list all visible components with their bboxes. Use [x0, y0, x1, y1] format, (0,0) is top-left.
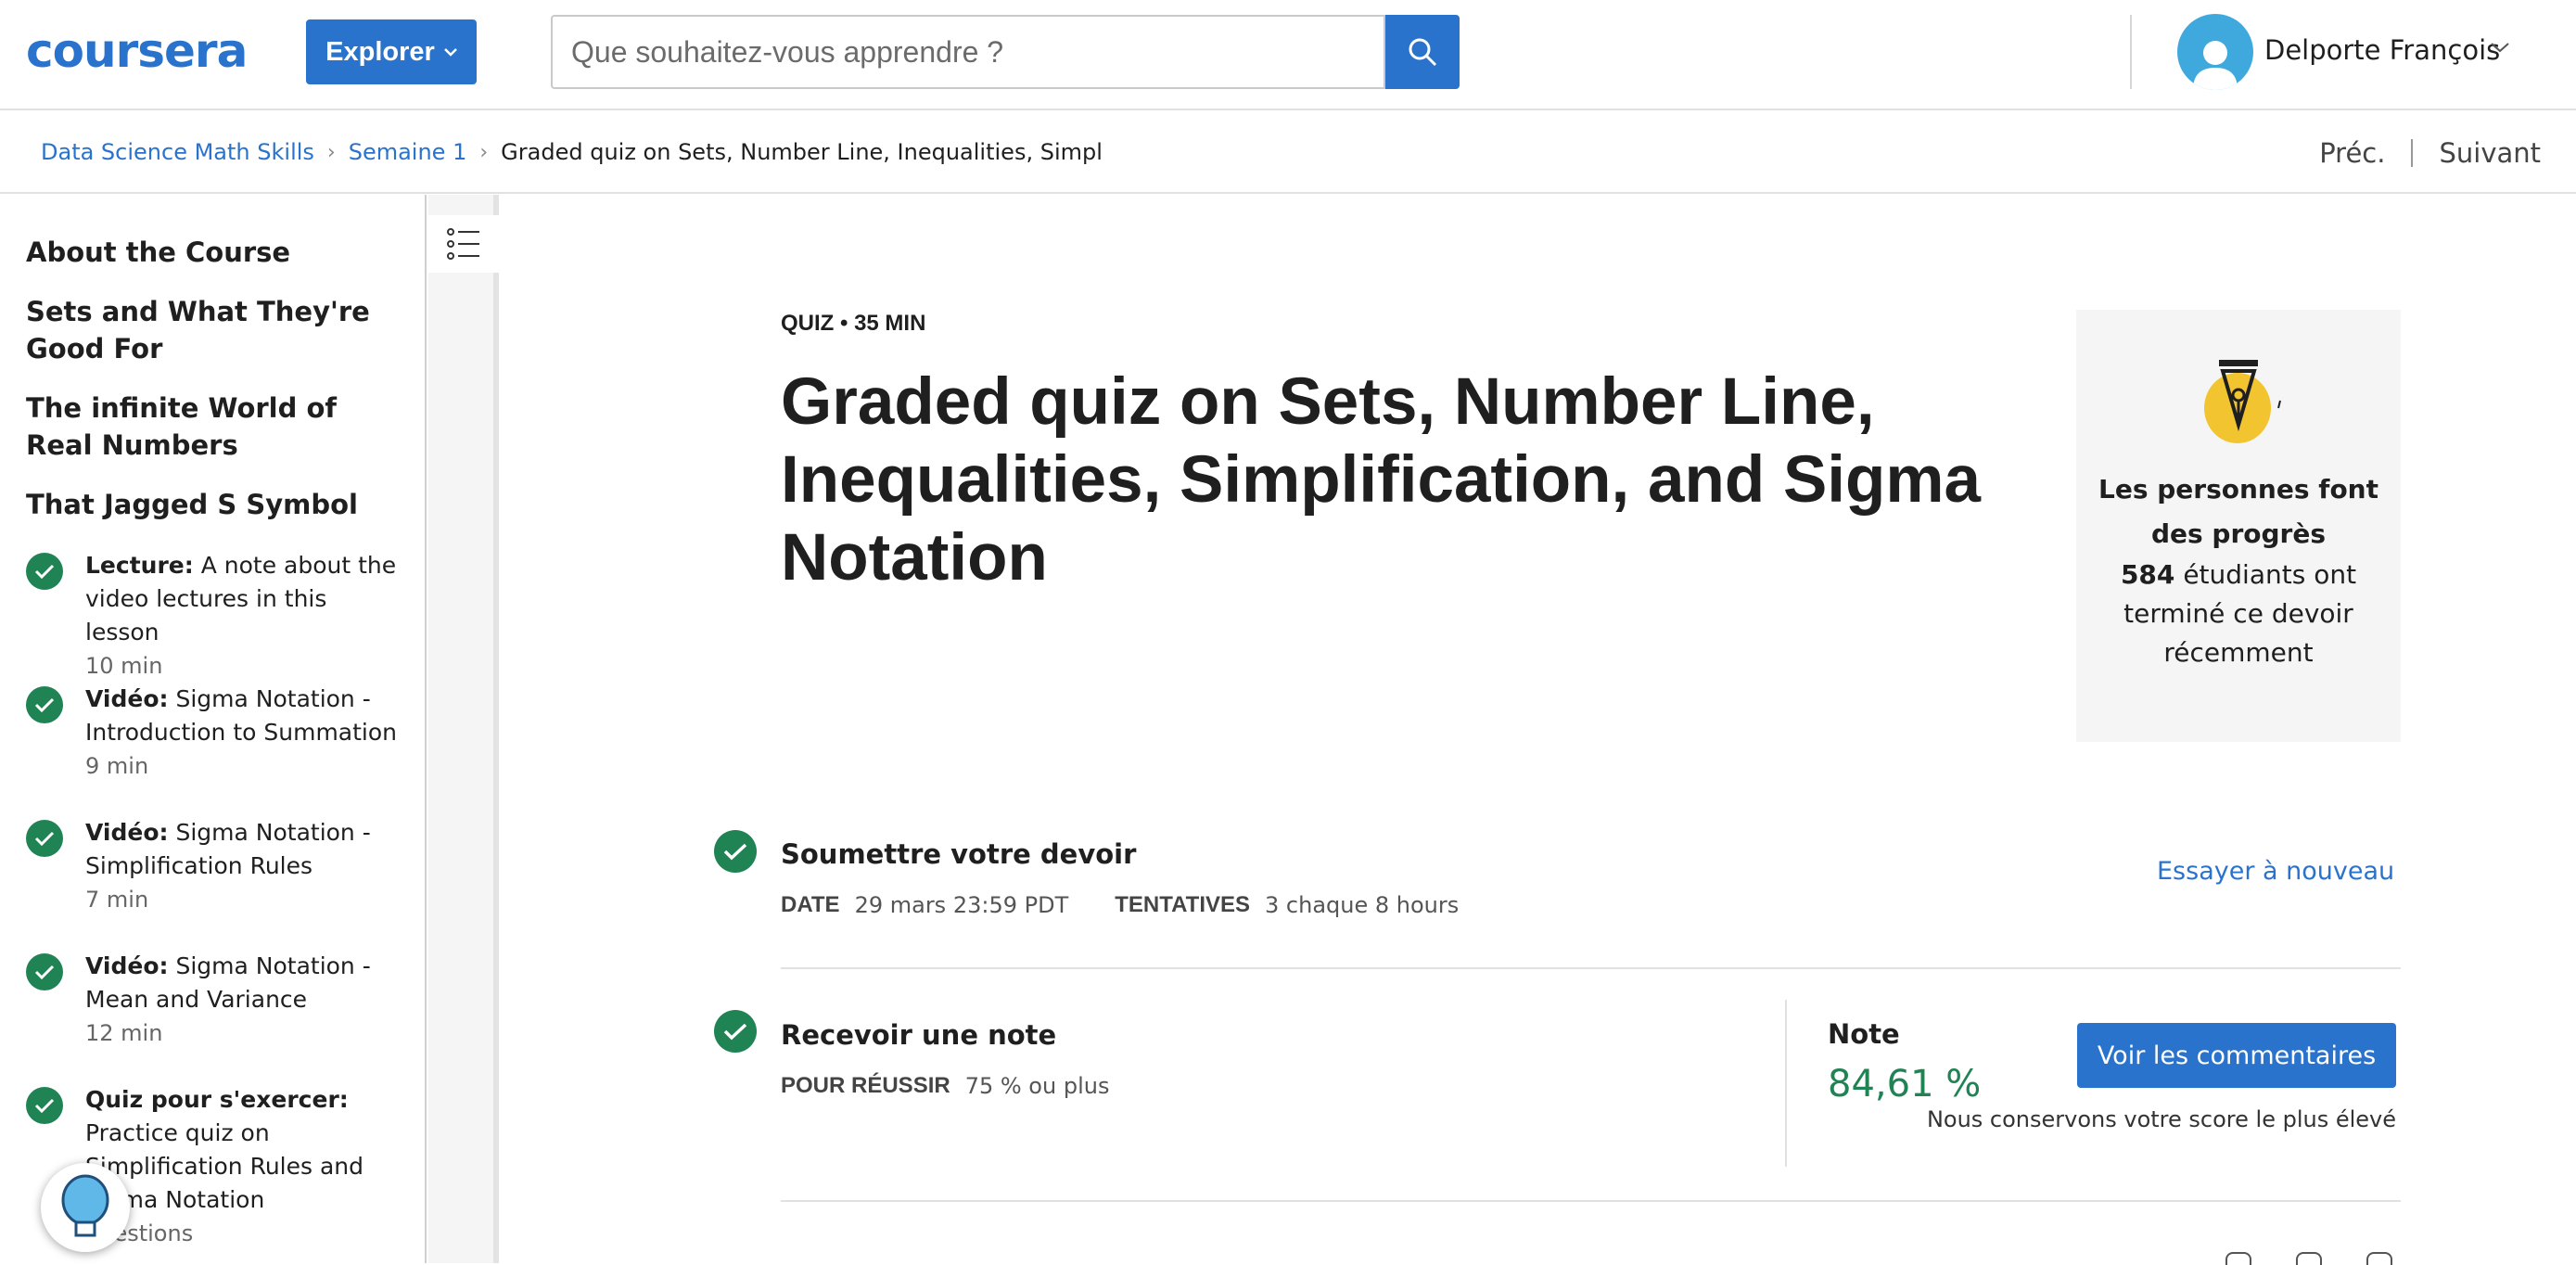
item-duration: 9 min: [85, 753, 149, 779]
sidebar-item[interactable]: Vidéo: Sigma Notation - Mean and Varianc…: [26, 950, 397, 1046]
sidebar-item[interactable]: Vidéo: Sigma Notation - Introduction to …: [26, 683, 397, 779]
divider: [781, 1200, 2401, 1202]
list-icon: [447, 228, 479, 260]
breadcrumb-bar: Data Science Math Skills › Semaine 1 › G…: [0, 111, 2576, 194]
check-icon: [26, 820, 63, 857]
search-icon: [1409, 38, 1437, 67]
user-avatar[interactable]: [2177, 14, 2253, 90]
submit-step-meta: DATE 29 mars 23:59 PDT TENTATIVES 3 chaq…: [781, 892, 1459, 918]
progress-count: 584: [2120, 559, 2175, 590]
breadcrumb: Data Science Math Skills › Semaine 1 › G…: [41, 139, 1103, 165]
check-icon: [714, 830, 757, 873]
breadcrumb-current: Graded quiz on Sets, Number Line, Inequa…: [501, 139, 1103, 165]
chevron-right-icon: ›: [326, 140, 336, 164]
header-divider: [2130, 15, 2132, 89]
attempts-label: TENTATIVES: [1115, 892, 1251, 917]
top-navigation-bar: coursera Explorer Que souhaitez-vous app…: [0, 0, 2576, 110]
sidebar-section-about[interactable]: About the Course: [26, 234, 397, 271]
pen-nib-icon: [2204, 360, 2281, 443]
toc-toggle-button[interactable]: [428, 215, 499, 273]
toc-strip: [428, 195, 499, 1263]
lightbulb-help-button[interactable]: [41, 1163, 130, 1252]
progress-heading: Les personnes font des progrès: [2098, 474, 2378, 549]
breadcrumb-course[interactable]: Data Science Math Skills: [41, 139, 314, 165]
nav-divider: [2411, 139, 2414, 167]
item-duration: 12 min: [85, 1020, 163, 1046]
check-icon: [26, 686, 63, 723]
item-duration: 10 min: [85, 653, 163, 679]
date-value: 29 mars 23:59 PDT: [854, 892, 1069, 918]
explore-button-label: Explorer: [325, 36, 435, 67]
sidebar-item[interactable]: Vidéo: Sigma Notation - Simplification R…: [26, 816, 397, 913]
retry-link[interactable]: Essayer à nouveau: [2157, 857, 2394, 886]
lightbulb-icon: [61, 1174, 109, 1237]
page-title: Graded quiz on Sets, Number Line, Inequa…: [781, 365, 1982, 594]
pass-value: 75 % ou plus: [964, 1073, 1110, 1099]
progress-card: Les personnes font des progrès 584 étudi…: [2076, 310, 2401, 742]
check-icon: [714, 1010, 757, 1053]
chevron-down-icon: [443, 48, 457, 57]
quiz-meta: QUIZ • 35 MIN: [781, 311, 926, 336]
date-label: DATE: [781, 892, 840, 917]
grade-step-meta: POUR RÉUSSIR 75 % ou plus: [781, 1073, 1109, 1099]
search-placeholder: Que souhaitez-vous apprendre ?: [571, 34, 1004, 69]
check-icon: [26, 1087, 63, 1124]
pass-label: POUR RÉUSSIR: [781, 1073, 950, 1098]
prev-link[interactable]: Préc.: [2319, 137, 2385, 169]
submit-step-title: Soumettre votre devoir: [781, 838, 1137, 870]
progress-body: 584 étudiants ont terminé ce devoir réce…: [2076, 556, 2401, 672]
item-kind: Vidéo:: [85, 685, 169, 712]
view-comments-button[interactable]: Voir les commentaires: [2077, 1023, 2396, 1088]
search-input[interactable]: Que souhaitez-vous apprendre ?: [551, 15, 1385, 89]
item-kind: Lecture:: [85, 552, 194, 579]
course-sidebar: About the Course Sets and What They're G…: [0, 195, 427, 1263]
grade-label: Note: [1828, 1018, 1900, 1050]
grade-divider: [1785, 1000, 1787, 1167]
check-icon: [26, 953, 63, 990]
explore-button[interactable]: Explorer: [306, 19, 477, 84]
chevron-right-icon: ›: [479, 140, 489, 164]
item-kind: Quiz pour s'exercer:: [85, 1086, 349, 1113]
item-kind: Vidéo:: [85, 952, 169, 979]
search-button[interactable]: [1385, 15, 1460, 89]
keep-score-note: Nous conservons votre score le plus élev…: [1926, 1106, 2396, 1132]
divider: [781, 967, 2401, 969]
item-duration: 7 min: [85, 887, 149, 913]
sidebar-item[interactable]: Lecture: A note about the video lectures…: [26, 549, 397, 679]
grade-step-title: Recevoir une note: [781, 1019, 1057, 1051]
check-icon: [26, 553, 63, 590]
breadcrumb-week[interactable]: Semaine 1: [349, 139, 467, 165]
item-kind: Vidéo:: [85, 819, 169, 846]
sidebar-section-sigma[interactable]: That Jagged S Symbol: [26, 486, 397, 523]
attempts-value: 3 chaque 8 hours: [1265, 892, 1460, 918]
chevron-down-icon[interactable]: [2490, 41, 2510, 54]
user-name[interactable]: Delporte François: [2264, 34, 2500, 66]
user-icon: [2193, 41, 2238, 90]
sidebar-section-real-numbers[interactable]: The infinite World of Real Numbers: [26, 390, 397, 464]
sidebar-section-sets[interactable]: Sets and What They're Good For: [26, 293, 397, 367]
item-duration: questions: [85, 1220, 194, 1246]
grade-value: 84,61 %: [1828, 1063, 1982, 1105]
prev-next-nav: Préc. Suivant: [2319, 137, 2541, 169]
next-link[interactable]: Suivant: [2439, 137, 2541, 169]
coursera-logo[interactable]: coursera: [26, 24, 248, 78]
